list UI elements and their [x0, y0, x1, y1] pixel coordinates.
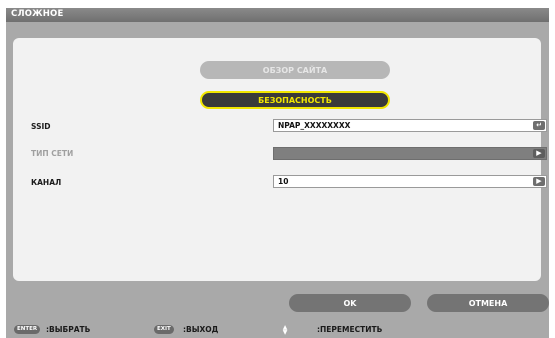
ssid-value: NPAP_XXXXXXXX	[278, 121, 351, 130]
enter-key-icon: ENTER	[14, 325, 41, 334]
site-survey-button[interactable]: ОБЗОР САЙТА	[200, 61, 390, 79]
ssid-field[interactable]: NPAP_XXXXXXXX ↵	[273, 119, 547, 132]
network-type-label: ТИП СЕТИ	[31, 149, 74, 158]
channel-label: КАНАЛ	[31, 178, 62, 187]
enter-hint: :ВЫБРАТЬ	[46, 325, 91, 334]
cancel-button[interactable]: ОТМЕНА	[427, 294, 549, 312]
dialog-title: СЛОЖНОЕ	[11, 9, 64, 19]
enter-icon[interactable]: ↵	[533, 121, 545, 130]
key-hints-bar: ENTER :ВЫБРАТЬ EXIT :ВЫХОД ▲ ▼ :ПЕРЕМЕСТИ…	[6, 322, 549, 338]
ok-button[interactable]: OK	[289, 294, 411, 312]
title-bar: СЛОЖНОЕ	[6, 8, 549, 22]
settings-panel: ОБЗОР САЙТА БЕЗОПАСНОСТЬ SSID NPAP_XXXXX…	[13, 38, 547, 281]
exit-hint: :ВЫХОД	[183, 325, 219, 334]
up-down-arrows-icon: ▲ ▼	[282, 324, 288, 336]
arrow-right-icon[interactable]: ▶	[533, 177, 545, 186]
channel-field[interactable]: 10 ▶	[273, 175, 547, 188]
exit-key-icon: EXIT	[154, 325, 174, 334]
security-button[interactable]: БЕЗОПАСНОСТЬ	[200, 91, 390, 109]
move-hint: :ПЕРЕМЕСТИТЬ	[317, 325, 383, 334]
arrow-right-icon: ▶	[533, 149, 545, 158]
advanced-dialog: СЛОЖНОЕ ОБЗОР САЙТА БЕЗОПАСНОСТЬ SSID NP…	[6, 8, 549, 338]
channel-value: 10	[278, 177, 289, 186]
ssid-label: SSID	[31, 122, 51, 131]
network-type-field: ▶	[273, 147, 547, 160]
